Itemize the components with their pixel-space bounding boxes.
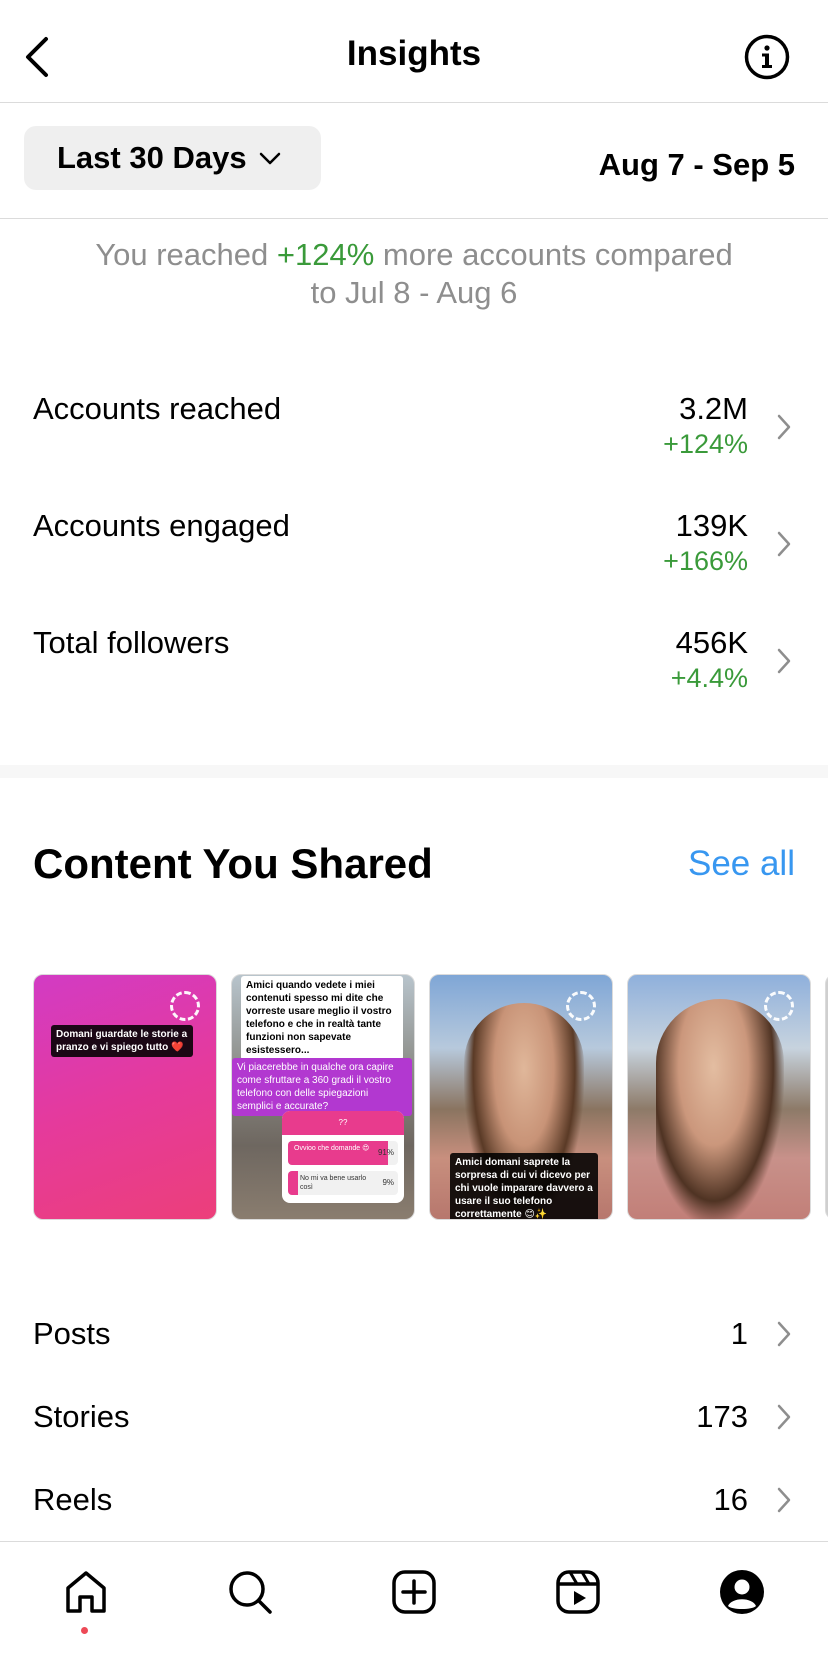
chevron-right-icon [777,531,791,557]
bottom-tab-bar [0,1541,828,1659]
poll-percent: 91% [377,1148,394,1157]
date-range-selected: Last 30 Days [57,140,247,175]
poll-percent: 9% [382,1178,394,1187]
poll-option: Ovvioo che domande 😍 [294,1145,370,1152]
metric-label: Accounts engaged [33,508,290,543]
story-caption: Amici quando vedete i miei contenuti spe… [241,976,403,1060]
tab-profile[interactable] [697,1542,787,1642]
person-photo [656,999,784,1219]
create-icon [392,1570,436,1614]
count-value: 1 [730,1316,748,1351]
chevron-right-icon [777,1487,791,1513]
metric-value: 456K [675,625,748,660]
date-range-row: Last 30 Days Aug 7 - Sep 5 [0,103,828,219]
see-all-link[interactable]: See all [688,844,795,884]
metric-accounts-reached[interactable]: Accounts reached 3.2M +124% [0,391,828,491]
story-thumbnail[interactable]: Amici quando vedete i miei contenuti spe… [231,974,415,1220]
section-divider [0,765,828,778]
story-caption: Domani guardate le storie a pranzo e vi … [51,1025,193,1057]
chevron-right-icon [777,648,791,674]
metric-delta: +4.4% [670,663,748,693]
info-icon [744,34,790,80]
metric-total-followers[interactable]: Total followers 456K +4.4% [0,625,828,725]
count-row-reels[interactable]: Reels 16 [0,1472,828,1532]
count-row-stories[interactable]: Stories 173 [0,1389,828,1449]
poll-bar [288,1171,298,1195]
date-range-dropdown[interactable]: Last 30 Days [24,126,321,190]
story-thumbnail[interactable]: Amici domani saprete la sorpresa di cui … [429,974,613,1220]
page-title: Insights [346,34,482,73]
tab-create[interactable] [369,1542,459,1642]
metric-value: 139K [675,508,748,543]
chevron-right-icon [777,1321,791,1347]
section-title: Content You Shared [33,840,433,887]
metric-delta: +166% [663,546,748,576]
poll-question: ?? [282,1111,404,1135]
count-value: 173 [696,1399,748,1434]
profile-icon [720,1570,764,1614]
notification-dot [81,1627,88,1634]
metric-value: 3.2M [679,391,748,426]
poll-option: No mi va bene usarlo così [300,1175,367,1191]
metric-accounts-engaged[interactable]: Accounts engaged 139K +166% [0,508,828,608]
chevron-right-icon [777,414,791,440]
loading-icon [566,991,596,1021]
chevron-right-icon [777,1404,791,1430]
home-icon [66,1571,106,1613]
poll-sticker: ?? Ovvioo che domande 😍 91% No mi va ben… [282,1111,404,1203]
story-thumbnail[interactable] [627,974,811,1220]
story-caption: Amici domani saprete la sorpresa di cui … [450,1153,598,1219]
loading-icon [764,991,794,1021]
metric-label: Total followers [33,625,230,660]
header: Insights [0,0,828,103]
story-thumbnail[interactable]: Domani guardate le storie a pranzo e vi … [33,974,217,1220]
count-label: Reels [33,1482,113,1517]
loading-icon [170,991,200,1021]
count-label: Stories [33,1399,130,1434]
date-range-label: Aug 7 - Sep 5 [598,147,795,182]
reels-icon [556,1570,600,1614]
reach-comparison-text: You reached +124% more accounts compared… [95,237,733,310]
reach-comparison-pct: +124% [276,237,375,272]
count-row-posts[interactable]: Posts 1 [0,1306,828,1366]
count-label: Posts [33,1316,111,1351]
metric-label: Accounts reached [33,391,282,426]
count-value: 16 [713,1482,748,1517]
metric-delta: +124% [663,429,748,459]
story-caption: Vi piacerebbe in qualche ora capire come… [232,1058,412,1116]
chevron-down-icon [259,152,280,165]
search-icon [229,1571,272,1614]
tab-search[interactable] [205,1542,295,1642]
info-button[interactable] [744,34,790,80]
tab-reels[interactable] [533,1542,623,1642]
content-thumbnails: Domani guardate le storie a pranzo e vi … [33,974,828,1220]
